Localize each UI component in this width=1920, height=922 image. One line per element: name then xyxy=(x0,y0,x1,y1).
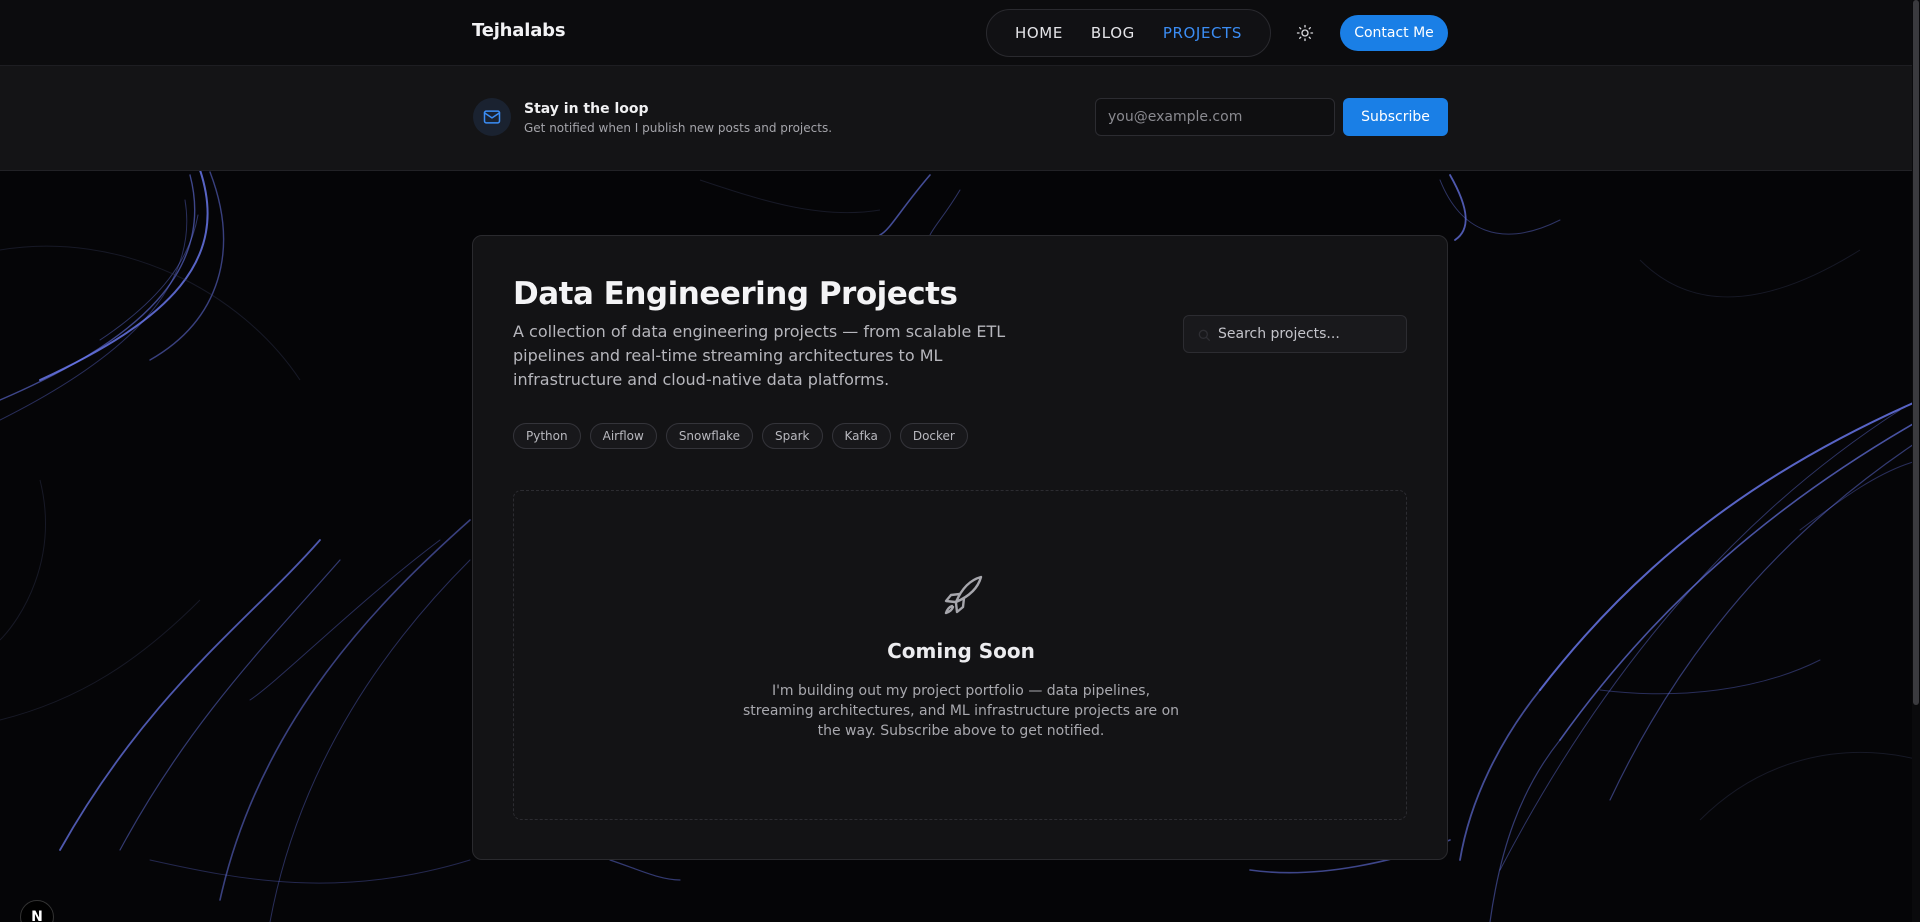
nav-projects-link[interactable]: PROJECTS xyxy=(1163,24,1242,42)
search-icon xyxy=(1198,329,1210,341)
newsletter-title: Stay in the loop xyxy=(524,101,649,117)
tag-filter-list: Python Airflow Snowflake Spark Kafka Doc… xyxy=(513,423,968,449)
rocket-icon xyxy=(944,575,983,615)
dev-tools-badge[interactable]: N xyxy=(20,900,54,922)
nav-blog-link[interactable]: BLOG xyxy=(1091,24,1135,42)
tag-docker[interactable]: Docker xyxy=(899,423,968,449)
theme-toggle-button[interactable] xyxy=(1293,21,1317,45)
subscribe-button[interactable]: Subscribe xyxy=(1343,98,1448,136)
mail-icon xyxy=(483,110,501,124)
main-nav: HOME BLOG PROJECTS xyxy=(986,9,1271,57)
projects-card: Data Engineering Projects A collection o… xyxy=(472,235,1448,860)
nav-home-link[interactable]: HOME xyxy=(1015,24,1063,42)
contact-me-button[interactable]: Contact Me xyxy=(1340,15,1448,51)
sun-icon xyxy=(1296,24,1314,42)
tag-airflow[interactable]: Airflow xyxy=(589,423,657,449)
brand-logo[interactable]: Tejhalabs xyxy=(472,20,566,41)
newsletter-bar: Stay in the loop Get notified when I pub… xyxy=(0,66,1920,171)
tag-spark[interactable]: Spark xyxy=(762,423,823,449)
page-title: Data Engineering Projects xyxy=(513,276,958,312)
tag-snowflake[interactable]: Snowflake xyxy=(665,423,754,449)
newsletter-description: Get notified when I publish new posts an… xyxy=(524,121,833,135)
mail-icon-badge xyxy=(473,98,511,136)
empty-state-description: I'm building out my project portfolio — … xyxy=(742,683,1180,739)
tag-kafka[interactable]: Kafka xyxy=(831,423,891,449)
search-input[interactable] xyxy=(1218,316,1404,352)
page-scrollbar-thumb[interactable] xyxy=(1913,0,1919,705)
empty-state-panel: Coming Soon I'm building out my project … xyxy=(513,490,1407,820)
tag-python[interactable]: Python xyxy=(513,423,581,449)
email-field[interactable] xyxy=(1095,98,1335,136)
top-navigation-bar: Tejhalabs HOME BLOG PROJECTS Contact Me xyxy=(0,0,1920,66)
empty-state-title: Coming Soon xyxy=(887,639,1035,663)
search-box xyxy=(1183,315,1407,353)
page-description: A collection of data engineering project… xyxy=(513,322,1006,389)
